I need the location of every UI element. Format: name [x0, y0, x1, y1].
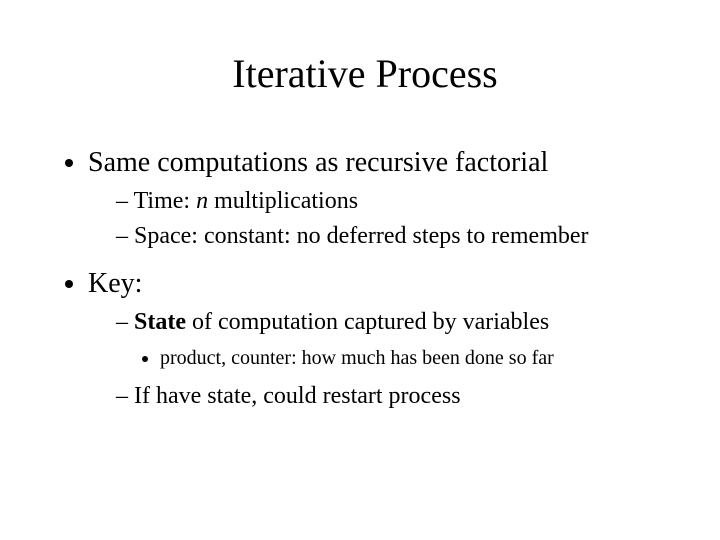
bullet-space: Space: constant: no deferred steps to re… — [116, 221, 670, 252]
text: Space: constant: no deferred steps to re… — [134, 223, 589, 249]
bullet-key: Key: State of computation captured by va… — [88, 266, 670, 411]
text: product, counter: how much has been done… — [160, 347, 554, 369]
bullet-state: State of computation captured by variabl… — [116, 307, 670, 370]
bullet-time: Time: n multiplications — [116, 186, 670, 217]
bullet-text: Key: — [88, 268, 142, 299]
slide-title: Iterative Process — [60, 50, 670, 97]
bullet-same-computations: Same computations as recursive factorial… — [88, 145, 670, 252]
variable-n: n — [196, 188, 208, 214]
bullet-product-counter: product, counter: how much has been done… — [160, 345, 670, 371]
bullet-text: Same computations as recursive factorial — [88, 147, 548, 178]
slide: Iterative Process Same computations as r… — [0, 0, 720, 540]
strong-state: State — [134, 309, 186, 335]
bullet-restart: If have state, could restart process — [116, 381, 670, 412]
bullet-list: Same computations as recursive factorial… — [60, 145, 670, 412]
sub-sub-list: product, counter: how much has been done… — [116, 345, 670, 371]
text: If have state, could restart process — [134, 383, 461, 409]
sub-list: State of computation captured by variabl… — [88, 307, 670, 411]
text: of computation captured by variables — [186, 309, 549, 335]
sub-list: Time: n multiplications Space: constant:… — [88, 186, 670, 252]
text: multiplications — [208, 188, 358, 214]
text: Time: — [134, 188, 196, 214]
